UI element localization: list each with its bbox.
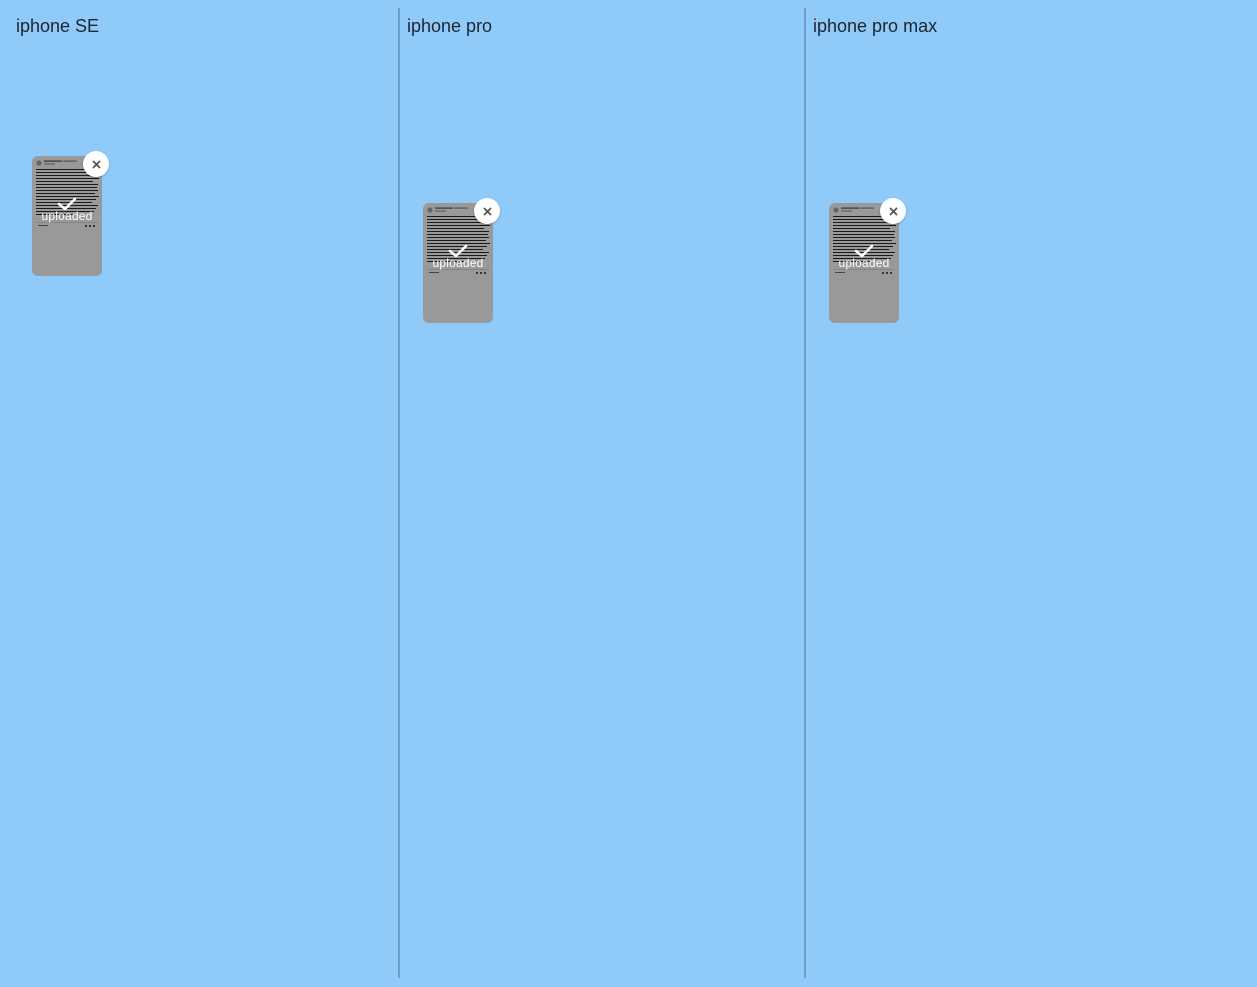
device-column-iphone-pro: iphone pro uploaded — [400, 0, 804, 987]
remove-upload-button[interactable] — [474, 198, 500, 224]
uploaded-file-thumbnail[interactable]: uploaded — [829, 198, 906, 323]
upload-status-overlay: uploaded — [829, 243, 899, 270]
remove-upload-button[interactable] — [83, 151, 109, 177]
uploaded-file-thumbnail[interactable]: uploaded — [32, 151, 109, 276]
upload-status-text: uploaded — [41, 209, 93, 223]
device-label: iphone pro max — [813, 16, 938, 36]
upload-status-overlay: uploaded — [32, 196, 102, 223]
upload-status-text: uploaded — [838, 256, 890, 270]
device-label: iphone pro — [407, 16, 493, 36]
uploaded-file-thumbnail[interactable]: uploaded — [423, 198, 500, 323]
remove-upload-button[interactable] — [880, 198, 906, 224]
close-icon — [483, 207, 491, 215]
device-column-iphone-se: iphone SE uploaded — [0, 0, 398, 987]
upload-status-text: uploaded — [432, 256, 484, 270]
close-icon — [889, 207, 897, 215]
device-column-iphone-pro-max: iphone pro max uploaded — [806, 0, 1257, 987]
upload-status-overlay: uploaded — [423, 243, 493, 270]
close-icon — [92, 160, 100, 168]
device-label: iphone SE — [16, 16, 100, 36]
